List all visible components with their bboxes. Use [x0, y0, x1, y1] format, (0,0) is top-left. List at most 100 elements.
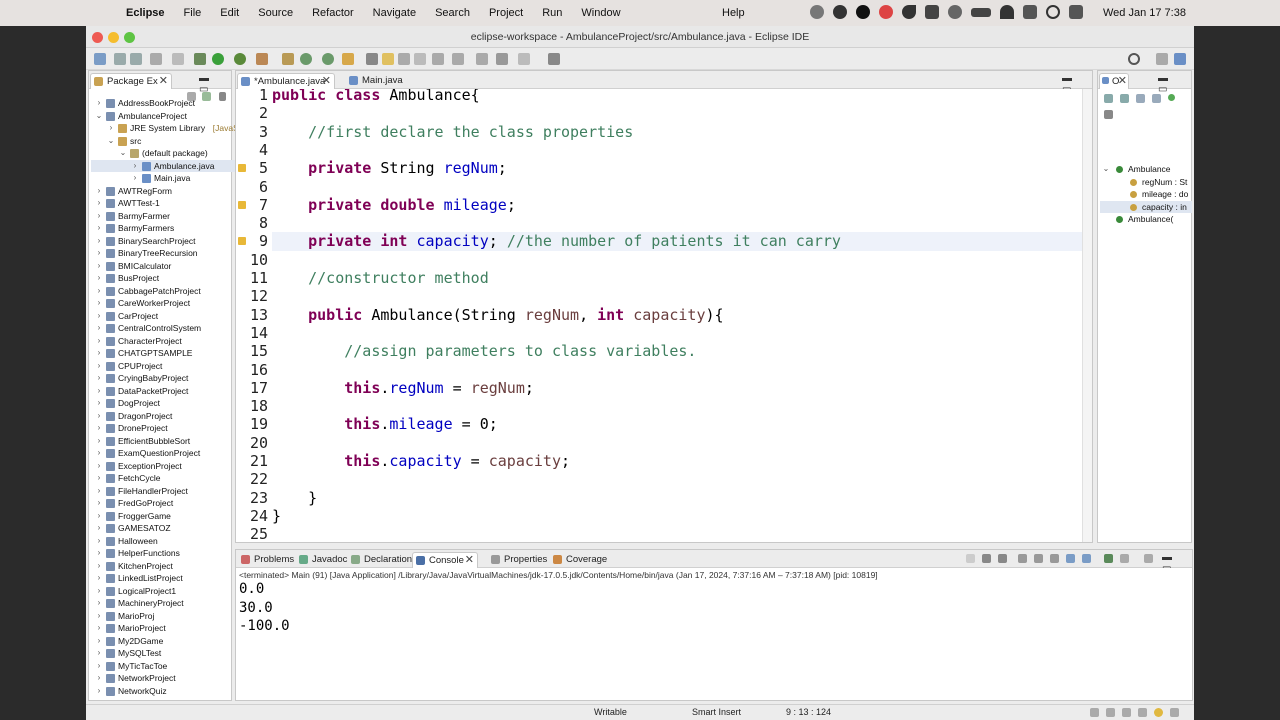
new-icon[interactable] [94, 53, 106, 65]
chevron-right-icon[interactable]: › [95, 547, 103, 560]
whitespace-icon[interactable] [414, 53, 426, 65]
code-line[interactable] [272, 104, 1082, 122]
chevron-right-icon[interactable]: › [95, 97, 103, 110]
warning-icon[interactable] [238, 237, 246, 246]
status-icon-6[interactable] [1170, 708, 1179, 717]
code-line[interactable] [272, 141, 1082, 159]
chevron-right-icon[interactable]: › [95, 322, 103, 335]
package-tree-item[interactable]: › BinaryTreeRecursion [91, 247, 235, 260]
chevron-right-icon[interactable]: › [95, 460, 103, 473]
chevron-right-icon[interactable]: › [95, 310, 103, 323]
chevron-right-icon[interactable]: › [95, 222, 103, 235]
package-tree-item[interactable]: › NetworkQuiz [91, 685, 235, 698]
package-tree-item[interactable]: › CHATGPTSAMPLE [91, 347, 235, 360]
chevron-right-icon[interactable]: › [95, 585, 103, 598]
chevron-right-icon[interactable]: › [95, 347, 103, 360]
package-tree-item[interactable]: › CryingBabyProject [91, 372, 235, 385]
remove-all-icon[interactable] [998, 554, 1007, 563]
package-tree-item[interactable]: › KitchenProject [91, 560, 235, 573]
siri-icon[interactable] [1069, 5, 1083, 19]
outline-item[interactable]: capacity : in [1100, 200, 1192, 213]
forward-icon[interactable] [518, 53, 530, 65]
hide-nonpublic-icon[interactable] [1168, 94, 1175, 101]
package-tree-item[interactable]: › ExceptionProject [91, 460, 235, 473]
warning-icon[interactable] [238, 200, 246, 209]
code-area[interactable]: public class Ambulance{ //first declare … [272, 89, 1082, 542]
package-tree-item[interactable]: › FredGoProject [91, 497, 235, 510]
menu-navigate[interactable]: Navigate [373, 7, 416, 19]
package-tree-item[interactable]: › DogProject [91, 397, 235, 410]
clear-console-icon[interactable] [1018, 554, 1027, 563]
package-tree-item[interactable]: › AddressBookProject [91, 97, 235, 110]
code-line[interactable]: } [272, 507, 1082, 525]
chevron-down-icon[interactable]: ⌄ [1102, 163, 1110, 176]
close-icon[interactable]: ✕ [465, 553, 474, 568]
code-line[interactable] [272, 525, 1082, 542]
next-annotation-icon[interactable] [452, 53, 464, 65]
close-icon[interactable]: ✕ [1118, 74, 1127, 89]
package-tree-item[interactable]: › BarmyFarmers [91, 222, 235, 235]
tab-main-java[interactable]: Main.java [346, 73, 406, 89]
chevron-down-icon[interactable]: ⌄ [107, 135, 115, 148]
chevron-right-icon[interactable]: › [95, 197, 103, 210]
chevron-right-icon[interactable]: › [95, 635, 103, 648]
code-line[interactable]: //first declare the class properties [272, 123, 1082, 141]
menu-refactor[interactable]: Refactor [312, 7, 354, 19]
status-icon-3[interactable] [1122, 708, 1131, 717]
terminate-icon[interactable] [966, 554, 975, 563]
chevron-right-icon[interactable]: › [95, 472, 103, 485]
chevron-right-icon[interactable]: › [95, 185, 103, 198]
package-tree-item[interactable]: › CabbagePatchProject [91, 285, 235, 298]
code-line[interactable]: private String regNum; [272, 159, 1082, 177]
package-tree-item[interactable]: ⌄ (default package) [91, 147, 235, 160]
display-console-icon[interactable] [1120, 554, 1129, 563]
package-tree-item[interactable]: › CentralControlSystem [91, 322, 235, 335]
chevron-right-icon[interactable]: › [95, 285, 103, 298]
chevron-right-icon[interactable]: › [95, 647, 103, 660]
pin-console-icon[interactable] [1104, 554, 1113, 563]
open-perspective-icon[interactable] [1156, 53, 1168, 65]
package-tree-item[interactable]: › DroneProject [91, 422, 235, 435]
chevron-right-icon[interactable]: › [95, 447, 103, 460]
close-icon[interactable]: ✕ [322, 74, 331, 89]
package-tree-item[interactable]: › BinarySearchProject [91, 235, 235, 248]
save-icon[interactable] [114, 53, 126, 65]
new-java-project-icon[interactable] [282, 53, 294, 65]
hide-fields-icon[interactable] [1136, 94, 1145, 103]
package-tree-item[interactable]: › AWTRegForm [91, 185, 235, 198]
tab-properties[interactable]: Properties [488, 552, 548, 568]
code-line[interactable] [272, 361, 1082, 379]
chevron-right-icon[interactable]: › [95, 622, 103, 635]
creative-cloud-icon[interactable] [810, 5, 824, 19]
package-tree-item[interactable]: › AWTTest-1 [91, 197, 235, 210]
code-line[interactable] [272, 397, 1082, 415]
back-icon[interactable] [496, 53, 508, 65]
menu-project[interactable]: Project [489, 7, 523, 19]
package-tree-item[interactable]: › FroggerGame [91, 510, 235, 523]
hide-static-icon[interactable] [1152, 94, 1161, 103]
package-tree-item[interactable]: › BMICalculator [91, 260, 235, 273]
code-line[interactable] [272, 287, 1082, 305]
outline-item[interactable]: mileage : do [1100, 188, 1192, 201]
open-type-icon[interactable] [342, 53, 354, 65]
close-icon[interactable]: ✕ [159, 74, 168, 89]
chevron-right-icon[interactable]: › [95, 247, 103, 260]
package-tree-item[interactable]: ⌄ AmbulanceProject [91, 110, 235, 123]
show-on-stdout-icon[interactable] [1066, 554, 1075, 563]
code-line[interactable] [272, 214, 1082, 232]
package-tree-item[interactable]: › Ambulance.java [91, 159, 235, 172]
pin-icon[interactable] [548, 53, 560, 65]
package-tree-item[interactable]: › FileHandlerProject [91, 485, 235, 498]
package-tree-item[interactable]: › CarProject [91, 310, 235, 323]
prev-annotation-icon[interactable] [476, 53, 488, 65]
menu-window[interactable]: Window [581, 7, 620, 19]
debug-icon[interactable] [194, 53, 206, 65]
code-line[interactable]: this.regNum = regNum; [272, 379, 1082, 397]
outline-item[interactable]: regNum : St [1100, 176, 1192, 189]
chevron-down-icon[interactable]: ⌄ [95, 110, 103, 123]
package-tree-item[interactable]: › MachineryProject [91, 597, 235, 610]
record-icon[interactable] [833, 5, 847, 19]
code-line[interactable]: public class Ambulance{ [272, 89, 1082, 104]
package-tree-item[interactable]: › FetchCycle [91, 472, 235, 485]
code-line[interactable]: this.capacity = capacity; [272, 452, 1082, 470]
